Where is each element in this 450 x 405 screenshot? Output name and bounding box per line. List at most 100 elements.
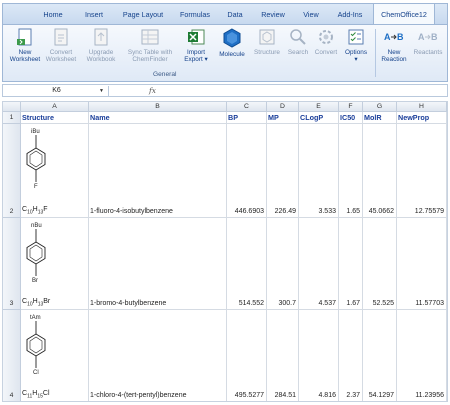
molecule-structure-image: nBu Br bbox=[26, 223, 46, 284]
clogp-cell[interactable]: 3.533 bbox=[299, 124, 339, 218]
column-header-d[interactable]: D bbox=[267, 102, 299, 112]
header-mp[interactable]: MP bbox=[267, 112, 299, 124]
tab-view[interactable]: View bbox=[295, 4, 327, 25]
svg-text:nBu: nBu bbox=[31, 223, 42, 229]
ic50-cell[interactable]: 1.67 bbox=[339, 218, 363, 310]
svg-text:Br: Br bbox=[32, 278, 38, 284]
svg-text:iBu: iBu bbox=[31, 129, 40, 135]
svg-text:B: B bbox=[431, 32, 438, 42]
formula-input[interactable] bbox=[163, 86, 445, 96]
molr-cell[interactable]: 52.525 bbox=[363, 218, 397, 310]
structure-cell[interactable]: tAm Cl C11H15Cl bbox=[21, 310, 89, 401]
name-cell[interactable]: 1-chloro-4-(tert-pentyl)benzene bbox=[89, 310, 227, 401]
convert-button[interactable]: Convert bbox=[311, 27, 341, 56]
newprop-cell[interactable]: 12.75579 bbox=[397, 124, 447, 218]
molecular-formula: C10H13Br bbox=[22, 297, 51, 307]
molecule-button[interactable]: Molecule bbox=[215, 27, 249, 58]
column-header-e[interactable]: E bbox=[299, 102, 339, 112]
column-header-c[interactable]: C bbox=[227, 102, 267, 112]
structure-cell[interactable]: iBu F C10H13F bbox=[21, 124, 89, 218]
tab-page-layout[interactable]: Page Layout bbox=[115, 4, 171, 25]
formula-bar: K6 ▼ fx bbox=[2, 84, 448, 97]
mp-cell[interactable]: 284.51 bbox=[267, 310, 299, 401]
structure-button[interactable]: Structure bbox=[251, 27, 283, 56]
molr-cell[interactable]: 54.1297 bbox=[363, 310, 397, 401]
molr-cell[interactable]: 45.0662 bbox=[363, 124, 397, 218]
column-header-b[interactable]: B bbox=[89, 102, 227, 112]
svg-text:Cl: Cl bbox=[33, 370, 39, 376]
header-molr[interactable]: MolR bbox=[363, 112, 397, 124]
reaction-icon: A B bbox=[384, 32, 404, 42]
tab-home[interactable]: Home bbox=[33, 4, 73, 25]
convert-worksheet-icon bbox=[54, 28, 68, 46]
tab-review[interactable]: Review bbox=[253, 4, 293, 25]
header-newprop[interactable]: NewProp bbox=[397, 112, 447, 124]
reactants-button[interactable]: A B Reactants bbox=[411, 27, 445, 56]
header-clogp[interactable]: CLogP bbox=[299, 112, 339, 124]
name-box[interactable]: K6 bbox=[5, 86, 109, 96]
tab-data[interactable]: Data bbox=[219, 4, 251, 25]
molecule-structure-image: iBu F bbox=[26, 129, 46, 190]
structure-icon bbox=[259, 29, 275, 45]
mp-cell[interactable]: 226.49 bbox=[267, 124, 299, 218]
bp-cell[interactable]: 514.552 bbox=[227, 218, 267, 310]
new-worksheet-button[interactable]: New Worksheet bbox=[9, 27, 41, 63]
header-name[interactable]: Name bbox=[89, 112, 227, 124]
ribbon-tabs: Home Insert Page Layout Formulas Data Re… bbox=[2, 3, 448, 25]
column-header-h[interactable]: H bbox=[397, 102, 447, 112]
newprop-cell[interactable]: 11.57703 bbox=[397, 218, 447, 310]
chevron-down-icon[interactable]: ▼ bbox=[99, 88, 104, 94]
reactants-icon: A B bbox=[418, 32, 438, 42]
header-bp[interactable]: BP bbox=[227, 112, 267, 124]
ic50-cell[interactable]: 1.65 bbox=[339, 124, 363, 218]
row-header-2[interactable]: 2 bbox=[3, 124, 21, 218]
new-worksheet-icon bbox=[17, 28, 32, 46]
row-header-4[interactable]: 4 bbox=[3, 310, 21, 401]
row-header-1[interactable]: 1 bbox=[3, 112, 21, 124]
search-button[interactable]: Search bbox=[285, 27, 311, 56]
column-header-f[interactable]: F bbox=[339, 102, 363, 112]
clogp-cell[interactable]: 4.537 bbox=[299, 218, 339, 310]
name-cell[interactable]: 1-bromo-4-butylbenzene bbox=[89, 218, 227, 310]
spreadsheet-grid: A B C D E F G H 1 Structure Name BP MP C… bbox=[2, 101, 448, 402]
mp-cell[interactable]: 300.7 bbox=[267, 218, 299, 310]
column-header-a[interactable]: A bbox=[21, 102, 89, 112]
molecule-icon bbox=[223, 28, 241, 48]
bp-cell[interactable]: 446.6903 bbox=[227, 124, 267, 218]
molecular-formula: C11H15Cl bbox=[22, 389, 50, 399]
tab-formulas[interactable]: Formulas bbox=[173, 4, 217, 25]
clogp-cell[interactable]: 4.816 bbox=[299, 310, 339, 401]
tab-add-ins[interactable]: Add-Ins bbox=[329, 4, 371, 25]
search-icon bbox=[290, 29, 306, 45]
import-export-button[interactable]: Import Export ▾ bbox=[181, 27, 211, 63]
options-checklist-icon bbox=[348, 29, 364, 45]
newprop-cell[interactable]: 11.23956 bbox=[397, 310, 447, 401]
options-button[interactable]: Options ▾ bbox=[341, 27, 371, 63]
convert-worksheet-button[interactable]: Convert Worksheet bbox=[43, 27, 79, 63]
row-header-3[interactable]: 3 bbox=[3, 218, 21, 310]
upgrade-workbook-icon bbox=[94, 28, 108, 46]
upgrade-workbook-button[interactable]: Upgrade Workbook bbox=[83, 27, 119, 63]
structure-cell[interactable]: nBu Br C10H13Br bbox=[21, 218, 89, 310]
svg-text:F: F bbox=[34, 184, 38, 190]
column-header-g[interactable]: G bbox=[363, 102, 397, 112]
name-cell[interactable]: 1-fluoro-4-isobutylbenzene bbox=[89, 124, 227, 218]
svg-text:B: B bbox=[397, 32, 404, 42]
ic50-cell[interactable]: 2.37 bbox=[339, 310, 363, 401]
sync-table-icon bbox=[141, 29, 159, 45]
group-label-general: General bbox=[153, 71, 177, 78]
select-all-corner[interactable] bbox=[3, 102, 21, 112]
fx-icon[interactable]: fx bbox=[149, 85, 156, 97]
excel-import-icon bbox=[188, 29, 205, 45]
tab-chemoffice12[interactable]: ChemOffice12 bbox=[373, 3, 435, 25]
convert-gear-icon bbox=[319, 30, 333, 44]
header-ic50[interactable]: IC50 bbox=[339, 112, 363, 124]
svg-text:A: A bbox=[418, 32, 425, 42]
new-reaction-button[interactable]: A B New Reaction bbox=[379, 27, 409, 63]
bp-cell[interactable]: 495.5277 bbox=[227, 310, 267, 401]
svg-text:A: A bbox=[384, 32, 391, 42]
svg-text:tAm: tAm bbox=[30, 315, 41, 321]
tab-insert[interactable]: Insert bbox=[75, 4, 113, 25]
sync-table-button[interactable]: Sync Table with ChemFinder bbox=[123, 27, 177, 63]
header-structure[interactable]: Structure bbox=[21, 112, 89, 124]
